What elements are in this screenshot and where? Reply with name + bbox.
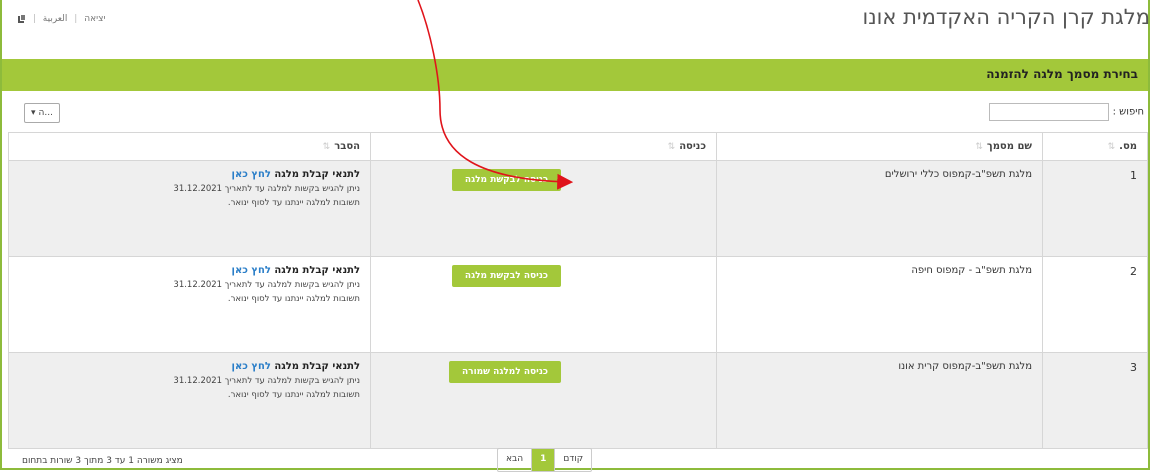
doc-name-cell: מלגת תשפ"ב-קמפוס כללי ירושלים xyxy=(716,160,1043,257)
explanation-cell: לתנאי קבלת מלגה לחץ כאן ניתן להגיש בקשות… xyxy=(8,256,371,353)
row-number: 3 xyxy=(1042,352,1148,449)
copy-icon[interactable] xyxy=(18,14,26,23)
deadline-text: ניתן להגיש בקשות למלגה עד לתאריך 31.12.2… xyxy=(173,280,360,290)
section-title: בחירת מסמך מלגה להזמנה xyxy=(986,67,1138,81)
explanation-title: לתנאי קבלת מלגה לחץ כאן xyxy=(231,265,360,276)
answers-text: תשובות למלגה יינתנו עד לסוף ינואר. xyxy=(227,294,360,304)
pagination: הבא 1 קודם xyxy=(497,448,593,472)
entry-cell: כניסה לבקשת מלגה xyxy=(370,256,717,353)
search-input[interactable] xyxy=(988,103,1109,121)
sort-icon: ⇅ xyxy=(975,142,983,152)
separator: | xyxy=(74,14,78,24)
table-row: 1 מלגת תשפ"ב-קמפוס כללי ירושלים כניסה לב… xyxy=(8,160,1148,257)
deadline-text: ניתן להגיש בקשות למלגה עד לתאריך 31.12.2… xyxy=(173,376,360,386)
sort-icon: ⇅ xyxy=(667,142,676,152)
arabic-language-link[interactable]: العربية xyxy=(43,14,68,24)
top-bar: מלגת קרן הקריה האקדמית אונו יציאה | العر… xyxy=(0,0,1158,42)
chevron-down-icon: ▾ xyxy=(31,108,36,118)
page-1-button[interactable]: 1 xyxy=(531,449,555,471)
prev-page-button[interactable]: קודם xyxy=(554,449,591,471)
table-info-text: מציג משורה 1 עד 3 מתוך 3 שורות בתחום xyxy=(22,456,183,466)
top-links: יציאה | العربية | xyxy=(12,14,105,24)
header-doc-name[interactable]: שם מסמך⇅ xyxy=(716,132,1043,161)
page-length-label: ה... xyxy=(38,108,53,118)
entry-cell: כניסה למלגה שמורה xyxy=(370,352,717,449)
page-length-dropdown[interactable]: ▾ ה... xyxy=(24,103,60,123)
doc-name-cell: מלגת תשפ"ב-קמפוס קרית אונו xyxy=(716,352,1043,449)
click-here-link[interactable]: לחץ כאן xyxy=(232,265,271,276)
explanation-title: לתנאי קבלת מלגה לחץ כאן xyxy=(231,361,360,372)
next-page-button[interactable]: הבא xyxy=(498,449,531,471)
separator: | xyxy=(32,14,36,24)
table-row: 3 מלגת תשפ"ב-קמפוס קרית אונו כניסה למלגה… xyxy=(8,352,1148,449)
answers-text: תשובות למלגה יינתנו עד לסוף ינואר. xyxy=(227,390,360,400)
exit-link[interactable]: יציאה xyxy=(84,14,105,24)
enter-scholarship-request-button[interactable]: כניסה לבקשת מלגה xyxy=(451,169,561,191)
explanation-title: לתנאי קבלת מלגה לחץ כאן xyxy=(231,169,360,180)
answers-text: תשובות למלגה יינתנו עד לסוף ינואר. xyxy=(227,198,360,208)
row-number: 1 xyxy=(1042,160,1148,257)
row-number: 2 xyxy=(1042,256,1148,353)
enter-saved-scholarship-button[interactable]: כניסה למלגה שמורה xyxy=(448,361,561,383)
explanation-cell: לתנאי קבלת מלגה לחץ כאן ניתן להגיש בקשות… xyxy=(8,160,371,257)
deadline-text: ניתן להגיש בקשות למלגה עד לתאריך 31.12.2… xyxy=(173,184,360,194)
table-header-row: מס.⇅ שם מסמך⇅ כניסה⇅ הסבר⇅ xyxy=(8,132,1148,161)
search-label: חיפוש : xyxy=(1112,106,1144,118)
header-entry[interactable]: כניסה⇅ xyxy=(370,132,717,161)
sort-icon: ⇅ xyxy=(322,142,331,152)
table-row: 2 מלגת תשפ"ב - קמפוס חיפה כניסה לבקשת מל… xyxy=(8,256,1148,353)
search-box: חיפוש : xyxy=(988,103,1144,121)
entry-cell: כניסה לבקשת מלגה xyxy=(370,160,717,257)
sort-icon: ⇅ xyxy=(1107,142,1116,152)
documents-table: מס.⇅ שם מסמך⇅ כניסה⇅ הסבר⇅ 1 מלגת תשפ"ב-… xyxy=(8,132,1148,449)
section-header: בחירת מסמך מלגה להזמנה xyxy=(2,59,1148,91)
enter-scholarship-request-button[interactable]: כניסה לבקשת מלגה xyxy=(451,265,561,287)
click-here-link[interactable]: לחץ כאן xyxy=(232,361,271,372)
site-title: מלגת קרן הקריה האקדמית אונו xyxy=(862,5,1151,29)
header-no[interactable]: מס.⇅ xyxy=(1042,132,1148,161)
doc-name-cell: מלגת תשפ"ב - קמפוס חיפה xyxy=(716,256,1043,353)
click-here-link[interactable]: לחץ כאן xyxy=(232,169,271,180)
header-explanation[interactable]: הסבר⇅ xyxy=(8,132,371,161)
explanation-cell: לתנאי קבלת מלגה לחץ כאן ניתן להגיש בקשות… xyxy=(8,352,371,449)
